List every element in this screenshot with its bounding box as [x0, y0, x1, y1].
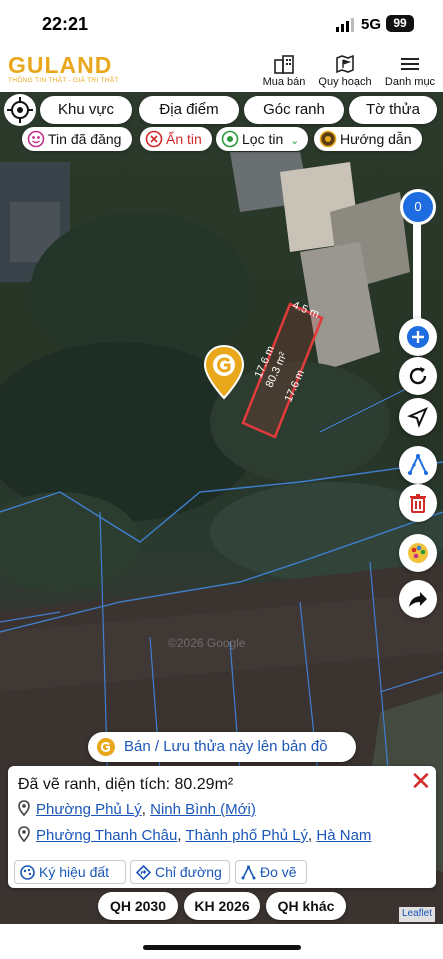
pill-label: Ẩn tin — [166, 131, 202, 147]
tab-dia-diem[interactable]: Địa điểm — [139, 96, 239, 124]
pill-label: Tin đã đăng — [48, 131, 122, 147]
signal-icon — [336, 18, 354, 32]
navigation-arrow-icon — [407, 407, 428, 428]
save-parcel-button[interactable]: Bán / Lưu thửa này lên bản đồ — [88, 732, 356, 762]
menu-icon — [401, 58, 419, 70]
logo-text: GULAND — [8, 52, 113, 78]
trash-icon — [410, 494, 426, 513]
card-title: Đã vẽ ranh, diện tích: 80.29m² — [18, 776, 234, 793]
guland-g-icon — [97, 738, 115, 756]
city-link[interactable]: Thành phố Phủ Lý — [185, 827, 308, 844]
pill-label: Hướng dẫn — [340, 131, 412, 147]
ward-link[interactable]: Phường Phủ Lý — [36, 801, 142, 818]
bottom-bar — [0, 924, 443, 959]
locate-button[interactable] — [4, 94, 36, 126]
nav-danh-muc[interactable]: Danh mục — [384, 54, 436, 88]
guland-logo[interactable]: GULAND THÔNG TIN THẬT - GIÁ TRỊ THẬT — [8, 54, 128, 88]
plus-icon — [407, 326, 429, 348]
share-button[interactable] — [399, 580, 437, 618]
palette-icon — [408, 543, 428, 563]
zoom-in-button[interactable] — [399, 318, 437, 356]
pill-label: Lọc tin — [242, 131, 284, 147]
nav-label: Quy hoạch — [318, 76, 372, 88]
map-watermark: ©2026 Google — [168, 636, 246, 650]
layer-style-button[interactable] — [399, 534, 437, 572]
navigate-button[interactable] — [399, 398, 437, 436]
hide-icon — [145, 130, 163, 148]
close-icon[interactable]: ✕ — [410, 768, 432, 794]
nav-label: Mua bán — [262, 76, 306, 88]
button-label: Chỉ đường — [155, 864, 222, 880]
directions-button[interactable]: Chỉ đường — [130, 860, 230, 884]
parcel-info-card: Đã vẽ ranh, diện tích: 80.29m² ✕ Phường … — [8, 766, 436, 888]
leaflet-attribution[interactable]: Leaflet — [399, 907, 436, 922]
kh-2026-button[interactable]: KH 2026 — [184, 892, 260, 920]
pill-an-tin[interactable]: Ẩn tin — [140, 127, 212, 151]
status-bar: 22:21 5G 99 — [0, 0, 443, 48]
button-label: Đo vẽ — [260, 864, 297, 880]
zoom-knob[interactable]: 0 — [400, 189, 436, 225]
province-link[interactable]: Hà Nam — [316, 827, 371, 844]
tab-goc-ranh[interactable]: Góc ranh — [244, 96, 344, 124]
guide-icon — [319, 130, 337, 148]
tab-khu-vuc[interactable]: Khu vực — [40, 96, 132, 124]
zoom-track[interactable] — [413, 222, 421, 322]
posted-icon — [27, 130, 45, 148]
delete-button[interactable] — [399, 484, 437, 522]
crosshair-icon — [7, 97, 33, 123]
nav-quy-hoach[interactable]: Quy hoạch — [317, 54, 373, 88]
province-link[interactable]: Ninh Bình (Mới) — [150, 801, 256, 818]
location-new: Phường Phủ Lý, Ninh Bình (Mới) — [18, 800, 256, 818]
status-time: 22:21 — [42, 14, 89, 34]
measure-button[interactable]: Đo vẽ — [235, 860, 307, 884]
tab-to-thua[interactable]: Tờ thửa — [349, 96, 437, 124]
guland-map-pin-icon[interactable] — [202, 344, 246, 400]
directions-icon — [136, 865, 151, 880]
location-old: Phường Thanh Châu, Thành phố Phủ Lý, Hà … — [18, 826, 371, 844]
refresh-icon — [409, 367, 427, 385]
ward-link[interactable]: Phường Thanh Châu — [36, 827, 177, 844]
nav-label: Danh mục — [384, 76, 436, 88]
qh-khac-button[interactable]: QH khác — [266, 892, 346, 920]
pill-huong-dan[interactable]: Hướng dẫn — [314, 127, 422, 151]
chevron-down-icon: ⌄ — [290, 135, 300, 147]
draw-polygon-button[interactable] — [399, 446, 437, 484]
qh-2030-button[interactable]: QH 2030 — [98, 892, 178, 920]
measure-icon — [241, 865, 256, 880]
battery-indicator: 99 — [386, 15, 414, 32]
share-icon — [409, 592, 427, 607]
polygon-draw-icon — [408, 454, 428, 475]
filter-pin-icon — [221, 130, 239, 148]
land-legend-button[interactable]: Ký hiệu đất — [14, 860, 126, 884]
logo-tagline: THÔNG TIN THẬT - GIÁ TRỊ THẬT — [8, 77, 119, 84]
palette-icon — [20, 865, 35, 880]
button-label: Ký hiệu đất — [39, 864, 110, 880]
app-header: GULAND THÔNG TIN THẬT - GIÁ TRỊ THẬT Mua… — [0, 48, 443, 92]
location-pin-icon — [18, 800, 30, 816]
network-type: 5G — [361, 16, 382, 33]
nav-mua-ban[interactable]: Mua bán — [262, 54, 306, 88]
save-banner-label: Bán / Lưu thửa này lên bản đồ — [124, 738, 328, 755]
separator: , — [141, 801, 151, 818]
map-flag-icon — [336, 54, 354, 74]
pill-loc-tin[interactable]: Lọc tin ⌄ — [216, 127, 308, 151]
home-indicator[interactable] — [143, 945, 301, 950]
pill-tin-da-dang[interactable]: Tin đã đăng — [22, 127, 132, 151]
location-pin-icon — [18, 826, 30, 842]
refresh-button[interactable] — [399, 357, 437, 395]
buildings-icon — [274, 55, 294, 74]
